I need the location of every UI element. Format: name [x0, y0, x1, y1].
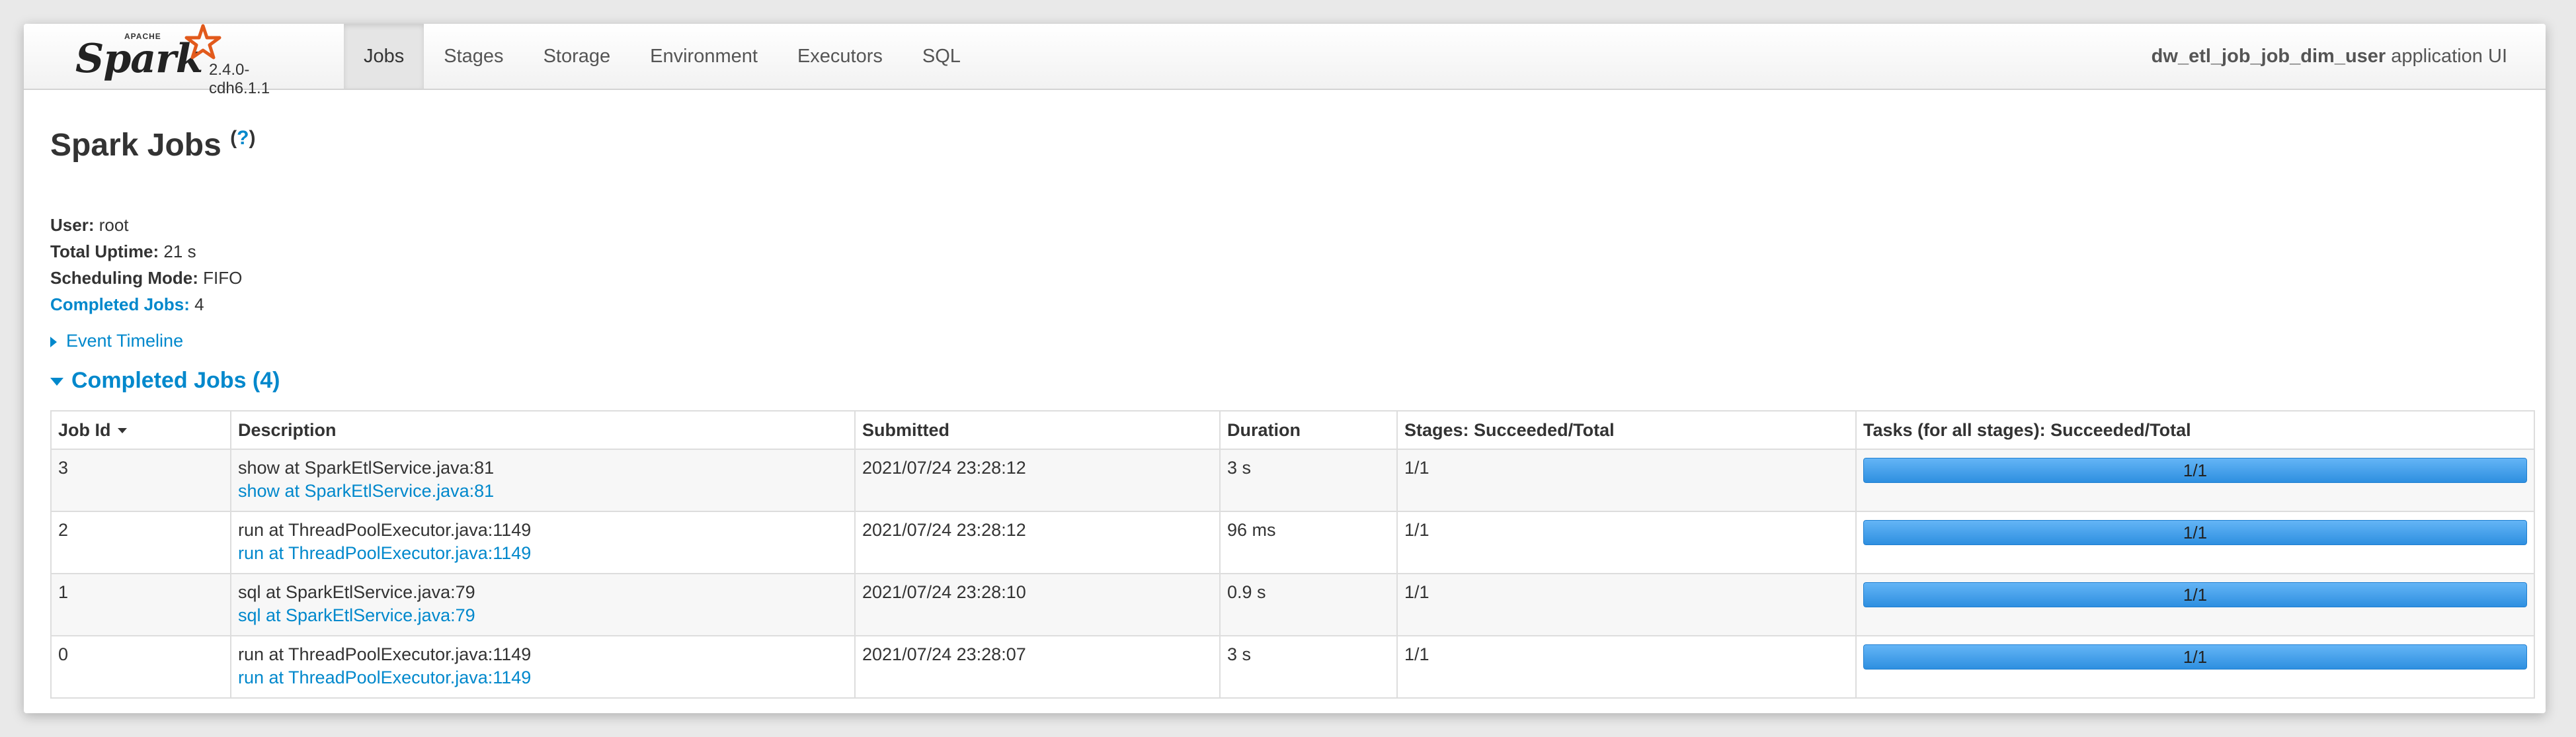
- col-submitted[interactable]: Submitted: [854, 410, 1221, 450]
- expand-arrow-icon: [50, 336, 57, 347]
- task-progress-bar: 1/1: [1863, 582, 2527, 607]
- job-description: show at SparkEtlService.java:81 show at S…: [230, 449, 856, 512]
- job-submitted: 2021/07/24 23:28:12: [854, 449, 1221, 512]
- job-duration: 0.9 s: [1219, 573, 1398, 636]
- top-navbar: APACHE Spark 2.4.0-cdh6.1.1 Jobs Stages …: [24, 24, 2546, 97]
- app-suffix: application UI: [2391, 46, 2507, 67]
- job-submitted: 2021/07/24 23:28:10: [854, 573, 1221, 636]
- tab-jobs[interactable]: Jobs: [344, 24, 424, 89]
- col-description[interactable]: Description: [230, 410, 856, 450]
- job-id: 2: [50, 511, 231, 574]
- task-progress-bar: 1/1: [1863, 644, 2527, 670]
- job-description: run at ThreadPoolExecutor.java:1149 run a…: [230, 511, 856, 574]
- completed-jobs-table: Job Id Description Submitted Duration St…: [50, 410, 2535, 699]
- job-submitted: 2021/07/24 23:28:07: [854, 635, 1221, 699]
- table-row: 2 run at ThreadPoolExecutor.java:1149 run…: [50, 511, 2535, 574]
- job-id: 3: [50, 449, 231, 512]
- job-stages: 1/1: [1396, 573, 1857, 636]
- job-tasks: 1/1: [1855, 449, 2535, 512]
- job-detail-link[interactable]: sql at SparkEtlService.java:79: [238, 605, 848, 626]
- progress-text: 1/1: [2183, 460, 2208, 480]
- task-progress-bar: 1/1: [1863, 458, 2527, 483]
- help-link[interactable]: ?: [237, 127, 249, 149]
- app-window: APACHE Spark 2.4.0-cdh6.1.1 Jobs Stages …: [24, 24, 2546, 713]
- app-title: dw_etl_job_job_dim_user application UI: [2152, 24, 2507, 89]
- job-description: run at ThreadPoolExecutor.java:1149 run a…: [230, 635, 856, 699]
- spark-star-icon: [184, 24, 221, 60]
- col-duration[interactable]: Duration: [1219, 410, 1398, 450]
- summary-uptime: Total Uptime: 21 s: [50, 241, 196, 261]
- job-detail-link[interactable]: run at ThreadPoolExecutor.java:1149: [238, 543, 848, 564]
- completed-jobs-toggle[interactable]: Completed Jobs (4): [50, 368, 280, 394]
- job-summary: User: root Total Uptime: 21 s Scheduling…: [50, 212, 242, 318]
- progress-text: 1/1: [2183, 523, 2208, 542]
- job-tasks: 1/1: [1855, 511, 2535, 574]
- col-job-id[interactable]: Job Id: [50, 410, 231, 450]
- summary-mode: Scheduling Mode: FIFO: [50, 268, 243, 288]
- nav-tabs: Jobs Stages Storage Environment Executor…: [344, 24, 981, 89]
- sort-desc-icon: [117, 428, 127, 434]
- app-name: dw_etl_job_job_dim_user: [2151, 46, 2386, 67]
- collapse-arrow-icon: [50, 378, 63, 386]
- job-description: sql at SparkEtlService.java:79 sql at Spa…: [230, 573, 856, 636]
- job-detail-link[interactable]: show at SparkEtlService.java:81: [238, 481, 848, 501]
- table-row: 3 show at SparkEtlService.java:81 show at…: [50, 449, 2535, 512]
- page-title-text: Spark Jobs: [50, 128, 221, 163]
- job-id: 0: [50, 635, 231, 699]
- col-stages: Stages: Succeeded/Total: [1396, 410, 1857, 450]
- job-duration: 3 s: [1219, 449, 1398, 512]
- table-header-row: Job Id Description Submitted Duration St…: [50, 410, 2535, 450]
- job-tasks: 1/1: [1855, 573, 2535, 636]
- job-submitted: 2021/07/24 23:28:12: [854, 511, 1221, 574]
- tab-sql[interactable]: SQL: [903, 24, 981, 89]
- tab-environment[interactable]: Environment: [630, 24, 778, 89]
- job-id: 1: [50, 573, 231, 636]
- job-tasks: 1/1: [1855, 635, 2535, 699]
- help-tooltip: (?): [230, 127, 256, 149]
- job-stages: 1/1: [1396, 449, 1857, 512]
- spark-version: 2.4.0-cdh6.1.1: [209, 61, 270, 97]
- completed-jobs-header: Completed Jobs (4): [71, 368, 280, 393]
- tab-stages[interactable]: Stages: [424, 24, 523, 89]
- job-duration: 96 ms: [1219, 511, 1398, 574]
- task-progress-bar: 1/1: [1863, 520, 2527, 545]
- col-tasks: Tasks (for all stages): Succeeded/Total: [1855, 410, 2535, 450]
- job-duration: 3 s: [1219, 635, 1398, 699]
- progress-text: 1/1: [2183, 585, 2208, 605]
- progress-text: 1/1: [2183, 647, 2208, 667]
- tab-storage[interactable]: Storage: [524, 24, 631, 89]
- job-stages: 1/1: [1396, 635, 1857, 699]
- summary-user: User: root: [50, 215, 129, 235]
- event-timeline-label: Event Timeline: [66, 331, 184, 351]
- completed-jobs-link[interactable]: Completed Jobs:: [50, 294, 190, 314]
- job-detail-link[interactable]: run at ThreadPoolExecutor.java:1149: [238, 668, 848, 688]
- table-row: 1 sql at SparkEtlService.java:79 sql at S…: [50, 573, 2535, 636]
- event-timeline-toggle[interactable]: Event Timeline: [50, 331, 183, 351]
- job-stages: 1/1: [1396, 511, 1857, 574]
- summary-completed: Completed Jobs: 4: [50, 294, 204, 314]
- page-title: Spark Jobs (?): [50, 127, 255, 163]
- tab-executors[interactable]: Executors: [778, 24, 903, 89]
- table-row: 0 run at ThreadPoolExecutor.java:1149 run…: [50, 635, 2535, 699]
